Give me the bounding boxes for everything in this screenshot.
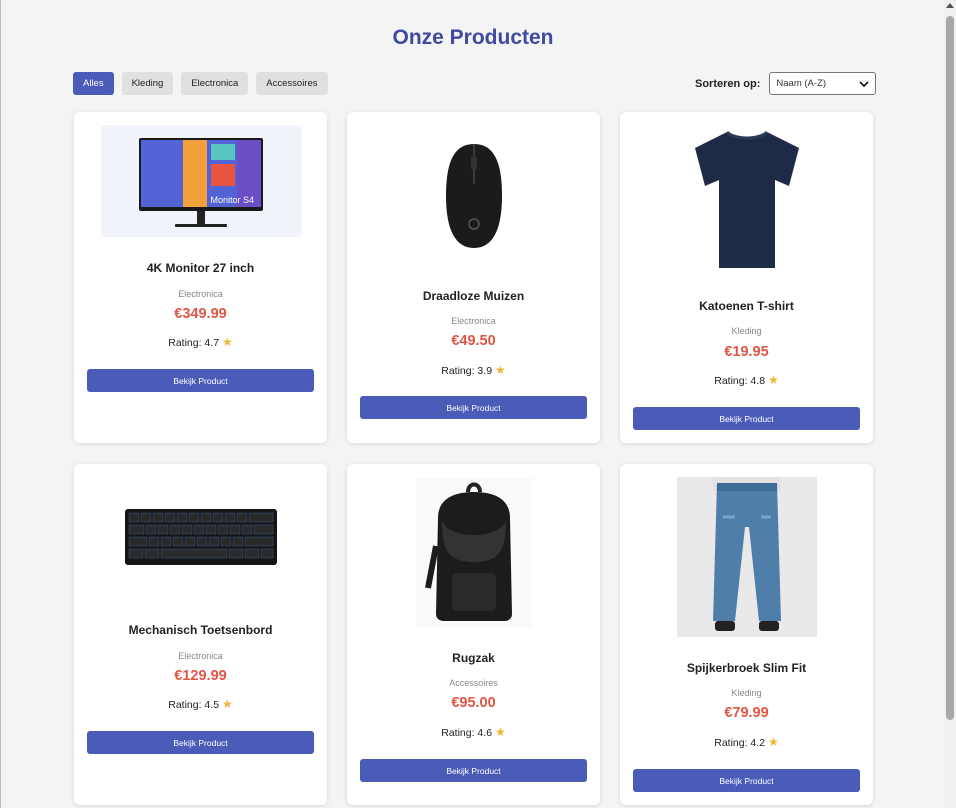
product-card: Draadloze Muizen Electronica €49.50 Rati…	[347, 112, 600, 443]
product-category: Electronica	[178, 651, 223, 661]
product-image: Monitor S4	[74, 125, 327, 237]
rating-text: Rating: 4.2	[714, 737, 766, 749]
view-product-button[interactable]: Bekijk Product	[360, 396, 587, 419]
product-rating: Rating: 3.9 ★	[347, 363, 600, 377]
sort-label: Sorteren op:	[695, 77, 761, 90]
product-image	[620, 477, 873, 637]
product-price: €19.95	[724, 344, 769, 360]
product-name: Draadloze Muizen	[422, 289, 525, 303]
sort-select[interactable]: Naam (A-Z)	[769, 72, 877, 95]
star-icon: ★	[221, 335, 233, 349]
page-title: Onze Producten	[392, 26, 554, 49]
rating-text: Rating: 4.5	[168, 699, 220, 711]
product-card: Monitor S4 4K Monitor 27 inch Electronic…	[74, 112, 327, 443]
product-price: €349.99	[174, 306, 227, 322]
jeans-image	[676, 477, 817, 637]
sort-selected-value: Naam (A-Z)	[776, 78, 827, 89]
product-category: Electronica	[178, 289, 223, 299]
rating-text: Rating: 4.7	[168, 337, 220, 349]
product-name: Rugzak	[452, 651, 495, 665]
rating-text: Rating: 3.9	[441, 365, 493, 377]
product-price: €79.99	[724, 705, 769, 721]
product-image	[347, 126, 600, 271]
product-image	[74, 507, 327, 567]
product-price: €95.00	[451, 695, 496, 711]
rating-text: Rating: 4.8	[714, 375, 766, 387]
view-product-button[interactable]: Bekijk Product	[87, 731, 314, 754]
sort-control: Sorteren op: Naam (A-Z)	[695, 72, 877, 95]
view-product-button[interactable]: Bekijk Product	[360, 759, 587, 782]
product-card: Mechanisch Toetsenbord Electronica €129.…	[74, 464, 327, 805]
filter-bar: Alles Kleding Electronica Accessoires	[73, 72, 328, 95]
view-product-button[interactable]: Bekijk Product	[633, 769, 860, 792]
monitor-image: Monitor S4	[100, 125, 301, 237]
product-name: Spijkerbroek Slim Fit	[686, 661, 807, 675]
star-icon: ★	[494, 725, 506, 739]
product-rating: Rating: 4.6 ★	[347, 725, 600, 739]
product-card: Katoenen T-shirt Kleding €19.95 Rating: …	[620, 112, 873, 443]
product-card: Rugzak Accessoires €95.00 Rating: 4.6 ★ …	[347, 464, 600, 805]
product-image	[347, 478, 600, 628]
product-name: 4K Monitor 27 inch	[146, 261, 255, 275]
product-image	[620, 124, 873, 274]
view-product-button[interactable]: Bekijk Product	[633, 407, 860, 430]
scrollbar-thumb[interactable]	[946, 16, 954, 720]
product-category: Electronica	[451, 316, 496, 326]
tshirt-image	[694, 130, 799, 268]
mouse-image	[445, 144, 502, 248]
product-price: €129.99	[174, 668, 227, 684]
product-rating: Rating: 4.8 ★	[620, 373, 873, 387]
product-page: Onze Producten Alles Kleding Electronica…	[1, 0, 945, 808]
filter-alles-button[interactable]: Alles	[73, 72, 114, 95]
product-name: Katoenen T-shirt	[699, 299, 794, 313]
product-category: Kleding	[731, 326, 762, 336]
filter-accessoires-button[interactable]: Accessoires	[256, 72, 328, 95]
product-rating: Rating: 4.2 ★	[620, 735, 873, 749]
rating-text: Rating: 4.6	[441, 727, 493, 739]
vertical-scrollbar[interactable]	[944, 0, 956, 808]
star-icon: ★	[767, 735, 779, 749]
product-rating: Rating: 4.7 ★	[74, 335, 327, 349]
product-category: Accessoires	[449, 678, 498, 688]
product-name: Mechanisch Toetsenbord	[128, 623, 273, 637]
product-rating: Rating: 4.5 ★	[74, 697, 327, 711]
view-product-button[interactable]: Bekijk Product	[87, 369, 314, 392]
chevron-down-icon	[859, 80, 869, 87]
backpack-image	[415, 478, 532, 628]
product-price: €49.50	[451, 333, 496, 349]
filter-kleding-button[interactable]: Kleding	[121, 72, 174, 95]
star-icon: ★	[494, 363, 506, 377]
keyboard-image	[124, 509, 277, 565]
star-icon: ★	[221, 697, 233, 711]
product-category: Kleding	[731, 688, 762, 698]
product-card: Spijkerbroek Slim Fit Kleding €79.99 Rat…	[620, 464, 873, 805]
filter-electronica-button[interactable]: Electronica	[181, 72, 249, 95]
star-icon: ★	[767, 373, 779, 387]
monitor-label: Monitor S4	[210, 195, 255, 205]
scroll-up-arrow-icon[interactable]	[946, 3, 954, 8]
